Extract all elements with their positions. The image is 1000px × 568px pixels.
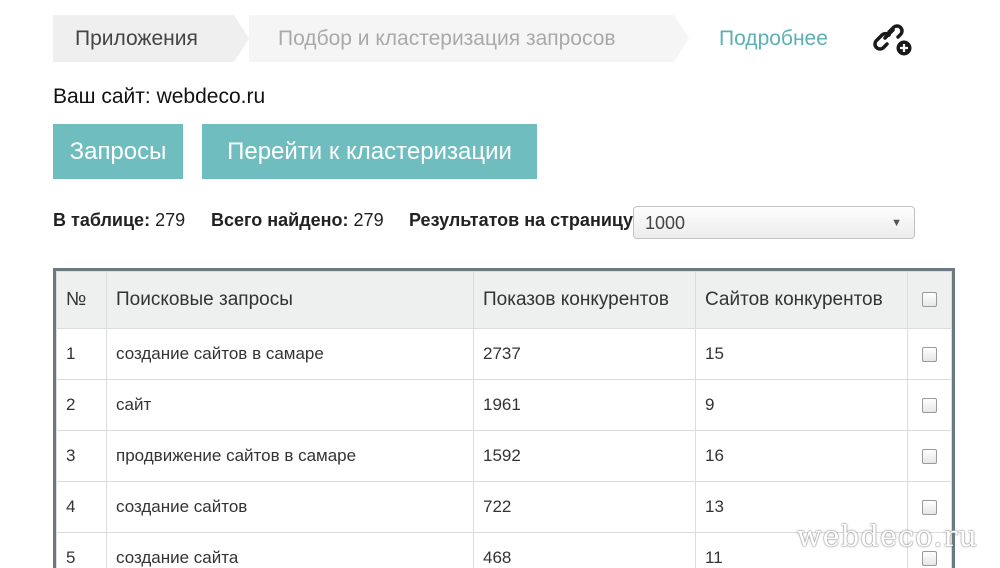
- cell-impressions: 1961: [474, 380, 696, 431]
- cell-number: 4: [57, 482, 107, 533]
- total-found-label: Всего найдено:: [211, 210, 349, 230]
- cell-impressions: 1592: [474, 431, 696, 482]
- cell-select: [908, 431, 952, 482]
- col-select-all: [908, 272, 952, 329]
- per-page-value: 1000: [645, 213, 685, 233]
- cell-number: 5: [57, 533, 107, 568]
- dropdown-arrow-icon: ▼: [891, 207, 902, 240]
- col-queries[interactable]: Поисковые запросы: [107, 272, 474, 329]
- cell-impressions: 722: [474, 482, 696, 533]
- link-add-icon[interactable]: [873, 22, 913, 58]
- cell-select: [908, 329, 952, 380]
- cell-query: создание сайта: [107, 533, 474, 568]
- per-page-label-text: Результатов на страницу:: [409, 210, 639, 230]
- row-checkbox[interactable]: [922, 398, 937, 413]
- cell-query: создание сайтов в самаре: [107, 329, 474, 380]
- cell-number: 2: [57, 380, 107, 431]
- cell-sites: 9: [696, 380, 908, 431]
- cell-impressions: 2737: [474, 329, 696, 380]
- table-row: 3 продвижение сайтов в самаре 1592 16: [57, 431, 952, 482]
- col-competitor-sites[interactable]: Сайтов конкурентов: [696, 272, 908, 329]
- go-to-clustering-button[interactable]: Перейти к кластеризации: [202, 124, 537, 179]
- total-found-value: 279: [354, 210, 384, 230]
- results-per-page-select[interactable]: 1000 ▼: [633, 206, 915, 239]
- table-row: 1 создание сайтов в самаре 2737 15: [57, 329, 952, 380]
- cell-number: 1: [57, 329, 107, 380]
- more-info-link[interactable]: Подробнее: [719, 27, 828, 51]
- site-value: webdeco.ru: [157, 85, 266, 108]
- cell-sites: 15: [696, 329, 908, 380]
- in-table-count: В таблице: 279: [53, 210, 185, 231]
- cell-number: 3: [57, 431, 107, 482]
- row-checkbox[interactable]: [922, 347, 937, 362]
- row-checkbox[interactable]: [922, 449, 937, 464]
- select-all-checkbox[interactable]: [922, 292, 937, 307]
- site-label: Ваш сайт:: [53, 85, 151, 108]
- per-page-label: Результатов на страницу:: [409, 210, 639, 231]
- breadcrumb-item-apps[interactable]: Приложения: [53, 15, 249, 62]
- cell-query: сайт: [107, 380, 474, 431]
- table-row: 2 сайт 1961 9: [57, 380, 952, 431]
- row-checkbox[interactable]: [922, 500, 937, 515]
- cell-query: создание сайтов: [107, 482, 474, 533]
- col-competitor-impressions[interactable]: Показов конкурентов: [474, 272, 696, 329]
- site-info: Ваш сайт: webdeco.ru: [53, 85, 265, 109]
- in-table-value: 279: [155, 210, 185, 230]
- table-header-row: № Поисковые запросы Показов конкурентов …: [57, 272, 952, 329]
- queries-button[interactable]: Запросы: [53, 124, 183, 179]
- cell-select: [908, 380, 952, 431]
- cell-impressions: 468: [474, 533, 696, 568]
- watermark: webdeco.ru: [797, 519, 978, 553]
- cell-sites: 16: [696, 431, 908, 482]
- breadcrumb-item-current: Подбор и кластеризация запросов: [249, 15, 689, 62]
- col-number: №: [57, 272, 107, 329]
- total-found-count: Всего найдено: 279: [211, 210, 384, 231]
- cell-query: продвижение сайтов в самаре: [107, 431, 474, 482]
- in-table-label: В таблице:: [53, 210, 150, 230]
